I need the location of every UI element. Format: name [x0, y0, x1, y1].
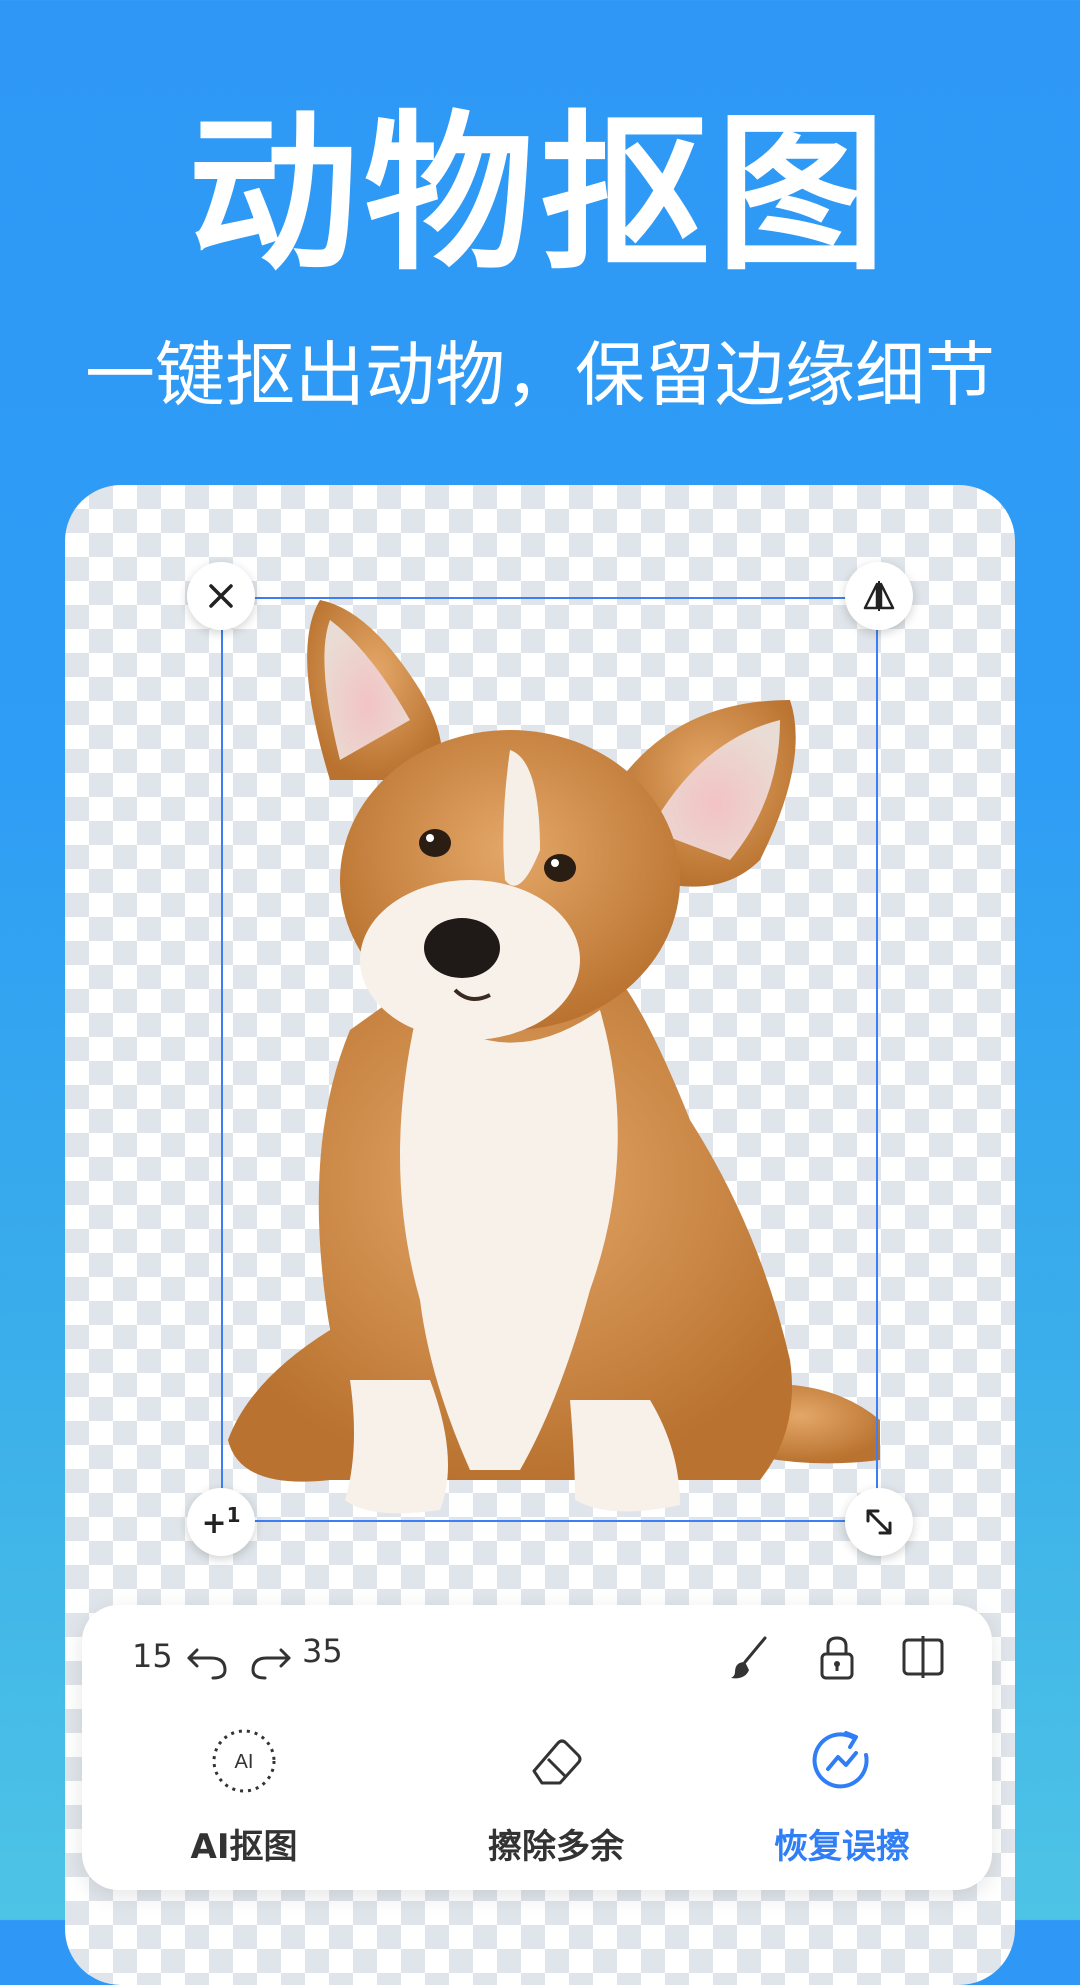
flip-icon	[863, 581, 895, 611]
tab-erase-extra[interactable]: 擦除多余	[436, 1725, 676, 1868]
undo-count: 15	[132, 1637, 173, 1675]
delete-handle[interactable]	[187, 562, 255, 630]
redo-count: 35	[302, 1632, 343, 1670]
tab-restore[interactable]: 恢复误擦	[722, 1725, 962, 1868]
svg-text:AI: AI	[235, 1751, 254, 1773]
duplicate-label: +1	[201, 1503, 241, 1541]
tab-ai-cutout[interactable]: AI AI抠图	[124, 1725, 364, 1868]
close-icon	[209, 584, 233, 608]
duplicate-handle[interactable]: +1	[187, 1488, 255, 1556]
flip-handle[interactable]	[845, 562, 913, 630]
lock-icon[interactable]	[812, 1632, 862, 1682]
tab-label: AI抠图	[190, 1827, 298, 1867]
undo-icon[interactable]	[183, 1632, 233, 1682]
tab-label: 擦除多余	[488, 1827, 624, 1867]
eraser-icon	[532, 1739, 582, 1785]
resize-arrow-icon	[866, 1509, 892, 1535]
redo-icon[interactable]	[245, 1632, 295, 1682]
resize-handle[interactable]	[845, 1488, 913, 1556]
restore-icon	[812, 1731, 869, 1789]
ai-cutout-icon: AI	[212, 1729, 276, 1793]
compare-icon[interactable]	[898, 1632, 948, 1682]
selection-box[interactable]	[221, 597, 878, 1522]
brush-icon[interactable]	[725, 1632, 775, 1682]
subheadline: 一键抠出动物，保留边缘细节	[85, 334, 995, 416]
headline: 动物抠图	[187, 96, 892, 294]
tab-label: 恢复误擦	[774, 1827, 910, 1867]
